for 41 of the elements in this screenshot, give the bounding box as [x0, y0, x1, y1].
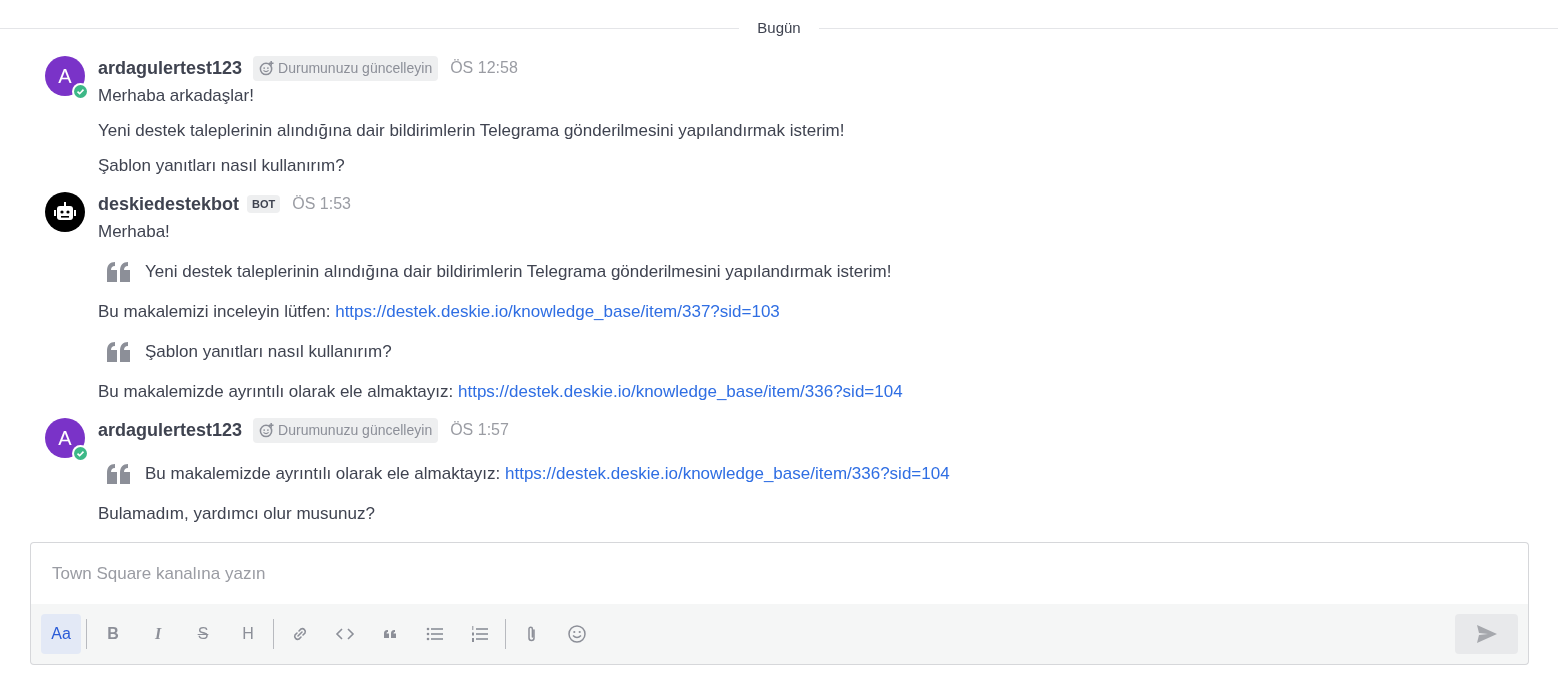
message-text: Yeni destek taleplerinin alındığına dair bildirimlerin Telegrama gönderilmesini yapılandırmak isterim! [145, 261, 892, 282]
quote-icon [107, 463, 131, 484]
online-status-icon [72, 444, 89, 462]
message-text: Yeni destek taleplerinin alındığına dair bildirimlerin Telegrama gönderilmesini yapılandırmak isterim! [98, 120, 845, 141]
bot-badge: BOT [247, 194, 281, 214]
date-divider: Bugün [756, 18, 802, 38]
message-text: Bu makalemizde ayrıntılı olarak ele almaktayız: https://destek.deskie.io/knowledge_base/item/336?sid=104 [145, 463, 950, 484]
format-button[interactable]: S [183, 614, 223, 654]
message-text: Bu makalemizde ayrıntılı olarak ele almaktayız: https://destek.deskie.io/knowledge_base/item/336?sid=104 [98, 381, 903, 402]
robot-icon [54, 201, 76, 222]
format-button[interactable]: H [228, 614, 268, 654]
author-name: ardagulertest123 [98, 56, 243, 80]
link[interactable]: https://destek.deskie.io/knowledge_base/item/336?sid=104 [505, 463, 950, 483]
author-name: deskiedestekbot [98, 192, 240, 216]
send-button[interactable] [1455, 614, 1518, 654]
message-text: Şablon yanıtları nasıl kullanırım? [145, 341, 392, 362]
message-text: Merhaba arkadaşlar! [98, 85, 254, 106]
format-button[interactable]: B [93, 614, 133, 654]
post-time[interactable]: ÖS 12:58 [450, 56, 518, 80]
author-name: ardagulertest123 [98, 418, 243, 442]
status-prompt[interactable]: Durumunuzu güncelleyin [253, 55, 439, 81]
send-icon [1476, 625, 1497, 643]
quote-icon [107, 261, 131, 282]
quote-icon [107, 341, 131, 362]
format-button[interactable]: I [138, 614, 178, 654]
status-prompt[interactable]: Durumunuzu güncelleyin [253, 417, 439, 443]
post-time[interactable]: ÖS 1:57 [450, 418, 509, 442]
message-text: Merhaba! [98, 221, 170, 242]
numbered-list-icon [470, 624, 490, 644]
message-text: Bulamadım, yardımcı olur musunuz? [98, 503, 375, 524]
online-status-icon [72, 82, 89, 100]
smiley-add-icon [259, 60, 275, 76]
link[interactable]: https://destek.deskie.io/knowledge_base/item/337?sid=103 [335, 301, 780, 321]
message-text: Bu makalemizi inceleyin lütfen: https://destek.deskie.io/knowledge_base/item/337?sid=103 [98, 301, 780, 322]
emoji-icon [567, 624, 587, 644]
message-text: Şablon yanıtları nasıl kullanırım? [98, 155, 345, 176]
link[interactable]: https://destek.deskie.io/knowledge_base/item/336?sid=104 [458, 381, 903, 401]
post-time[interactable]: ÖS 1:53 [292, 192, 351, 216]
smiley-add-icon [259, 422, 275, 438]
format-button[interactable]: Aa [41, 614, 81, 654]
message-input[interactable]: Town Square kanalına yazın [30, 541, 1529, 604]
